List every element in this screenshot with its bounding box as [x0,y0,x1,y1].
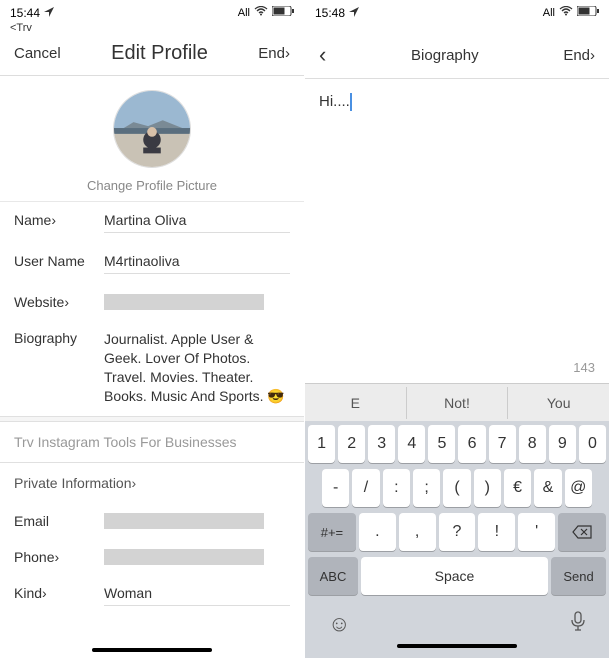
keyboard-suggestions: E Not! You [305,383,609,421]
biography-value[interactable]: Journalist. Apple User & Geek. Lover Of … [104,330,290,406]
key-8[interactable]: 8 [519,425,546,463]
keyboard-row-4: ABC Space Send [308,557,606,595]
biography-editor-screen: 15:48 All ‹ Biography End› Hi.... 143 E … [305,0,610,658]
status-time: 15:48 [315,6,345,20]
cancel-button[interactable]: Cancel [14,45,61,62]
name-label: Name› [14,212,104,228]
suggestion-2[interactable]: Not! [407,387,509,419]
key-question[interactable]: ? [439,513,476,551]
try-header: <Trv [0,22,304,34]
change-picture-button[interactable]: Change Profile Picture [87,178,217,193]
key-7[interactable]: 7 [489,425,516,463]
battery-icon [272,6,294,19]
keyboard-row-2: - / : ; ( ) € & @ [308,469,606,507]
key-slash[interactable]: / [352,469,379,507]
key-dash[interactable]: - [322,469,349,507]
suggestion-3[interactable]: You [508,387,609,419]
done-button[interactable]: End› [258,45,290,62]
key-rparen[interactable]: ) [474,469,501,507]
avatar-section: Change Profile Picture [0,76,304,202]
email-row[interactable]: Email [0,503,304,539]
key-colon[interactable]: : [383,469,410,507]
biography-row[interactable]: Biography Journalist. Apple User & Geek.… [0,320,304,416]
location-icon [349,6,359,20]
status-time: 15:44 [10,6,40,20]
phone-label: Phone› [14,549,104,565]
back-button[interactable]: ‹ [319,42,326,68]
key-at[interactable]: @ [565,469,592,507]
char-count: 143 [573,360,595,375]
key-send[interactable]: Send [551,557,606,595]
kind-row[interactable]: Kind› Woman [0,575,304,616]
key-0[interactable]: 0 [579,425,606,463]
name-row[interactable]: Name› Martina Oliva [0,202,304,243]
key-semicolon[interactable]: ; [413,469,440,507]
key-2[interactable]: 2 [338,425,365,463]
website-label: Website› [14,294,104,310]
nav-bar: ‹ Biography End› [305,34,609,79]
wifi-icon [559,6,573,19]
avatar[interactable] [113,90,191,168]
name-value[interactable]: Martina Oliva [104,212,290,233]
kind-value[interactable]: Woman [104,585,290,606]
email-label: Email [14,513,104,529]
key-9[interactable]: 9 [549,425,576,463]
nav-bar: Cancel Edit Profile End› [0,34,304,76]
phone-value[interactable] [104,549,264,565]
location-icon [44,6,54,20]
email-value[interactable] [104,513,264,529]
status-bar: 15:44 All [0,0,304,22]
key-backspace[interactable] [558,513,606,551]
username-label: User Name [14,253,104,269]
kind-label: Kind› [14,585,104,601]
battery-icon [577,6,599,19]
emoji-icon[interactable]: ☺ [328,611,350,637]
status-all: All [543,7,555,19]
website-row[interactable]: Website› [0,284,304,320]
key-euro[interactable]: € [504,469,531,507]
key-amp[interactable]: & [534,469,561,507]
key-space[interactable]: Space [361,557,548,595]
mic-icon[interactable] [570,611,586,637]
keyboard: 1 2 3 4 5 6 7 8 9 0 - / : ; ( ) € & @ #+… [305,421,609,644]
key-comma[interactable]: , [399,513,436,551]
bio-textarea[interactable]: Hi.... 143 [305,79,609,383]
keyboard-row-1: 1 2 3 4 5 6 7 8 9 0 [308,425,606,463]
key-lparen[interactable]: ( [443,469,470,507]
key-exclaim[interactable]: ! [478,513,515,551]
home-indicator[interactable] [92,648,212,652]
private-info-header: Private Information› [0,463,304,503]
key-1[interactable]: 1 [308,425,335,463]
keyboard-row-3: #+= . , ? ! ' [308,513,606,551]
wifi-icon [254,6,268,19]
biography-label: Biography [14,330,104,346]
suggestion-1[interactable]: E [305,387,407,419]
try-header [305,22,609,34]
keyboard-bottom-bar: ☺ [308,601,606,641]
done-button[interactable]: End› [563,47,595,64]
page-title: Edit Profile [111,42,208,65]
status-bar: 15:48 All [305,0,609,22]
home-indicator[interactable] [397,644,517,648]
phone-row[interactable]: Phone› [0,539,304,575]
bio-text: Hi.... [319,93,350,110]
key-period[interactable]: . [359,513,396,551]
key-3[interactable]: 3 [368,425,395,463]
key-abc[interactable]: ABC [308,557,358,595]
home-indicator-wrap [0,640,304,658]
edit-profile-screen: 15:44 All <Trv Cancel Edit Profile End› [0,0,305,658]
website-value[interactable] [104,294,264,310]
username-value[interactable]: M4rtinaoliva [104,253,290,274]
business-tools-link[interactable]: Trv Instagram Tools For Businesses [0,422,304,463]
username-row[interactable]: User Name M4rtinaoliva [0,243,304,284]
text-cursor [350,93,352,111]
key-5[interactable]: 5 [428,425,455,463]
key-6[interactable]: 6 [458,425,485,463]
page-title: Biography [411,47,479,64]
key-symbols[interactable]: #+= [308,513,356,551]
status-all: All [238,7,250,19]
key-apostrophe[interactable]: ' [518,513,555,551]
key-4[interactable]: 4 [398,425,425,463]
